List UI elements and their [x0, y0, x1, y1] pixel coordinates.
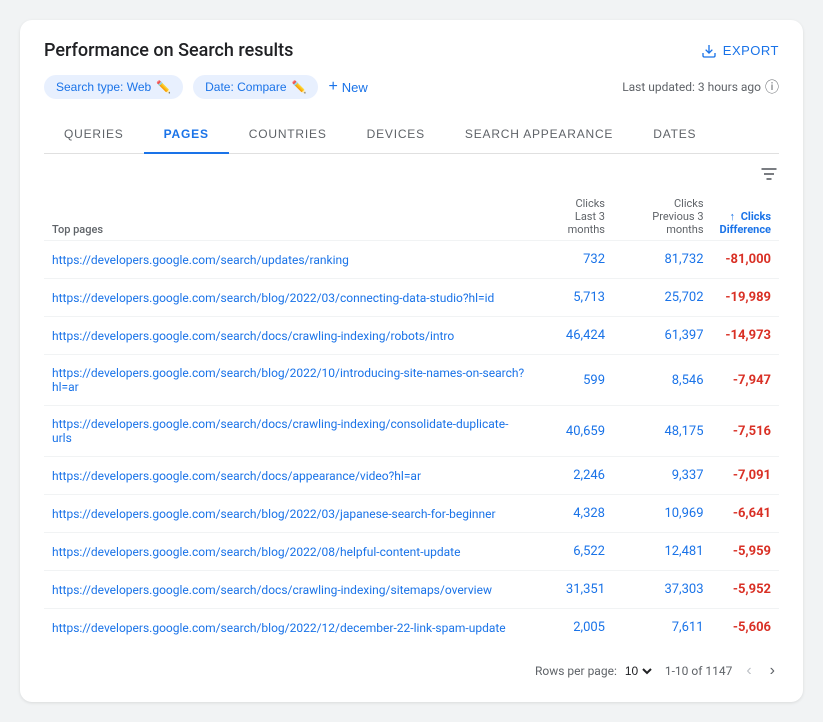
tab-devices[interactable]: DEVICES — [347, 115, 445, 153]
date-label: Date: Compare — [205, 80, 286, 94]
cell-diff: -14,973 — [712, 317, 779, 355]
tab-queries[interactable]: QUERIES — [44, 115, 144, 153]
page-info: 1-10 of 1147 — [665, 664, 733, 678]
cell-diff: -7,516 — [712, 406, 779, 457]
cell-clicks-last: 40,659 — [532, 406, 613, 457]
rows-per-page-label: Rows per page: — [535, 664, 617, 678]
export-button[interactable]: EXPORT — [701, 43, 779, 59]
cell-diff: -7,091 — [712, 457, 779, 495]
table-row: https://developers.google.com/search/upd… — [44, 241, 779, 279]
cell-url[interactable]: https://developers.google.com/search/upd… — [44, 241, 532, 279]
tabs-row: QUERIES PAGES COUNTRIES DEVICES SEARCH A… — [44, 115, 779, 154]
cell-clicks-prev: 25,702 — [613, 279, 712, 317]
table-row: https://developers.google.com/search/blo… — [44, 279, 779, 317]
col-header-page: Top pages — [44, 193, 532, 241]
cell-clicks-prev: 12,481 — [613, 533, 712, 571]
next-page-button[interactable]: › — [766, 660, 779, 682]
cell-url[interactable]: https://developers.google.com/search/blo… — [44, 355, 532, 406]
column-filter-icon[interactable] — [759, 164, 779, 189]
cell-clicks-prev: 37,303 — [613, 571, 712, 609]
table-row: https://developers.google.com/search/doc… — [44, 571, 779, 609]
table-row: https://developers.google.com/search/doc… — [44, 317, 779, 355]
tab-countries[interactable]: COUNTRIES — [229, 115, 347, 153]
cell-diff: -7,947 — [712, 355, 779, 406]
main-panel: Performance on Search results EXPORT Sea… — [20, 20, 803, 702]
cell-diff: -5,606 — [712, 609, 779, 647]
table-row: https://developers.google.com/search/blo… — [44, 495, 779, 533]
col-header-clicks-prev: Clicks Previous 3 months — [613, 193, 712, 241]
col-header-diff: ↑ Clicks Difference — [712, 193, 779, 241]
cell-url[interactable]: https://developers.google.com/search/doc… — [44, 317, 532, 355]
cell-clicks-last: 2,246 — [532, 457, 613, 495]
plus-icon: + — [328, 78, 337, 96]
rows-per-page: Rows per page: 10 25 50 — [535, 663, 655, 679]
cell-clicks-prev: 61,397 — [613, 317, 712, 355]
cell-url[interactable]: https://developers.google.com/search/blo… — [44, 533, 532, 571]
cell-url[interactable]: https://developers.google.com/search/doc… — [44, 406, 532, 457]
last-updated: Last updated: 3 hours ago ⓘ — [622, 77, 779, 97]
tab-pages[interactable]: PAGES — [144, 115, 229, 153]
cell-clicks-last: 732 — [532, 241, 613, 279]
cell-clicks-prev: 10,969 — [613, 495, 712, 533]
cell-diff: -81,000 — [712, 241, 779, 279]
cell-clicks-last: 6,522 — [532, 533, 613, 571]
cell-diff: -5,952 — [712, 571, 779, 609]
filters-row: Search type: Web ✏️ Date: Compare ✏️ + N… — [44, 75, 779, 99]
cell-clicks-prev: 9,337 — [613, 457, 712, 495]
search-type-label: Search type: Web — [56, 80, 151, 94]
table-row: https://developers.google.com/search/blo… — [44, 609, 779, 647]
edit-date-icon: ✏️ — [292, 80, 307, 94]
tab-search-appearance[interactable]: SEARCH APPEARANCE — [445, 115, 633, 153]
table-row: https://developers.google.com/search/doc… — [44, 457, 779, 495]
top-bar: Performance on Search results EXPORT — [44, 40, 779, 61]
cell-clicks-last: 5,713 — [532, 279, 613, 317]
search-type-filter[interactable]: Search type: Web ✏️ — [44, 75, 183, 99]
cell-clicks-prev: 48,175 — [613, 406, 712, 457]
sort-arrow-icon: ↑ — [729, 210, 735, 223]
cell-clicks-last: 46,424 — [532, 317, 613, 355]
date-filter[interactable]: Date: Compare ✏️ — [193, 75, 318, 99]
rows-per-page-select[interactable]: 10 25 50 — [621, 663, 655, 679]
cell-url[interactable]: https://developers.google.com/search/blo… — [44, 609, 532, 647]
cell-clicks-last: 599 — [532, 355, 613, 406]
pagination-row: Rows per page: 10 25 50 1-10 of 1147 ‹ › — [44, 646, 779, 682]
cell-url[interactable]: https://developers.google.com/search/doc… — [44, 457, 532, 495]
cell-url[interactable]: https://developers.google.com/search/blo… — [44, 495, 532, 533]
table-row: https://developers.google.com/search/doc… — [44, 406, 779, 457]
cell-clicks-last: 31,351 — [532, 571, 613, 609]
cell-diff: -19,989 — [712, 279, 779, 317]
prev-page-button[interactable]: ‹ — [742, 660, 755, 682]
cell-clicks-last: 2,005 — [532, 609, 613, 647]
info-icon: ⓘ — [765, 77, 779, 97]
cell-clicks-prev: 81,732 — [613, 241, 712, 279]
table-row: https://developers.google.com/search/blo… — [44, 355, 779, 406]
cell-clicks-prev: 8,546 — [613, 355, 712, 406]
cell-clicks-prev: 7,611 — [613, 609, 712, 647]
filter-icon-row — [44, 154, 779, 193]
cell-diff: -6,641 — [712, 495, 779, 533]
data-table: Top pages Clicks Last 3 months Clicks Pr… — [44, 193, 779, 646]
cell-url[interactable]: https://developers.google.com/search/blo… — [44, 279, 532, 317]
new-filter-button[interactable]: + New — [328, 78, 367, 96]
edit-search-type-icon: ✏️ — [156, 80, 171, 94]
cell-url[interactable]: https://developers.google.com/search/doc… — [44, 571, 532, 609]
cell-diff: -5,959 — [712, 533, 779, 571]
page-title: Performance on Search results — [44, 40, 293, 61]
tab-dates[interactable]: DATES — [633, 115, 716, 153]
cell-clicks-last: 4,328 — [532, 495, 613, 533]
col-header-clicks-last: Clicks Last 3 months — [532, 193, 613, 241]
export-icon — [701, 43, 717, 59]
table-row: https://developers.google.com/search/blo… — [44, 533, 779, 571]
